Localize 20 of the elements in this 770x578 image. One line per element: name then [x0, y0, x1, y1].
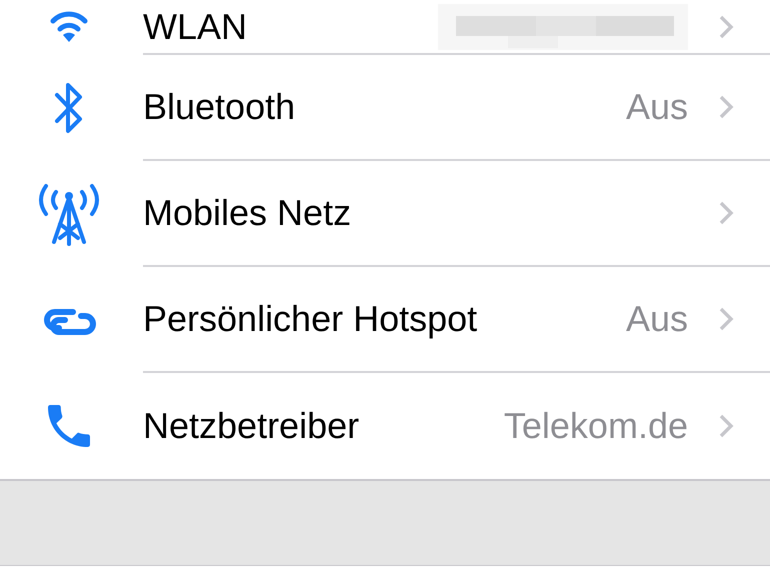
chevron-icon: [718, 200, 734, 226]
chevron-icon: [718, 413, 734, 439]
chevron-icon: [718, 306, 734, 332]
row-value: Aus: [626, 85, 688, 129]
bluetooth-icon: [54, 80, 84, 136]
row-label: Netzbetreiber: [143, 404, 360, 448]
row-label: Mobiles Netz: [143, 191, 352, 235]
row-value: Aus: [626, 297, 688, 341]
row-label: Persönlicher Hotspot: [143, 297, 478, 341]
settings-row[interactable]: WLAN: [0, 0, 770, 55]
row-label: Bluetooth: [143, 85, 296, 129]
row-value: Telekom.de: [504, 404, 688, 448]
chevron-icon: [718, 94, 734, 120]
settings-row[interactable]: Mobiles Netz: [0, 161, 770, 267]
wifi-icon: [48, 10, 88, 44]
chevron-icon: [718, 14, 734, 40]
settings-row[interactable]: Bluetooth Aus: [0, 55, 770, 161]
row-label: WLAN: [143, 4, 248, 48]
settings-row[interactable]: Persönlicher Hotspot Aus: [0, 267, 770, 373]
settings-row[interactable]: Netzbetreiber Telekom.de: [0, 373, 770, 479]
